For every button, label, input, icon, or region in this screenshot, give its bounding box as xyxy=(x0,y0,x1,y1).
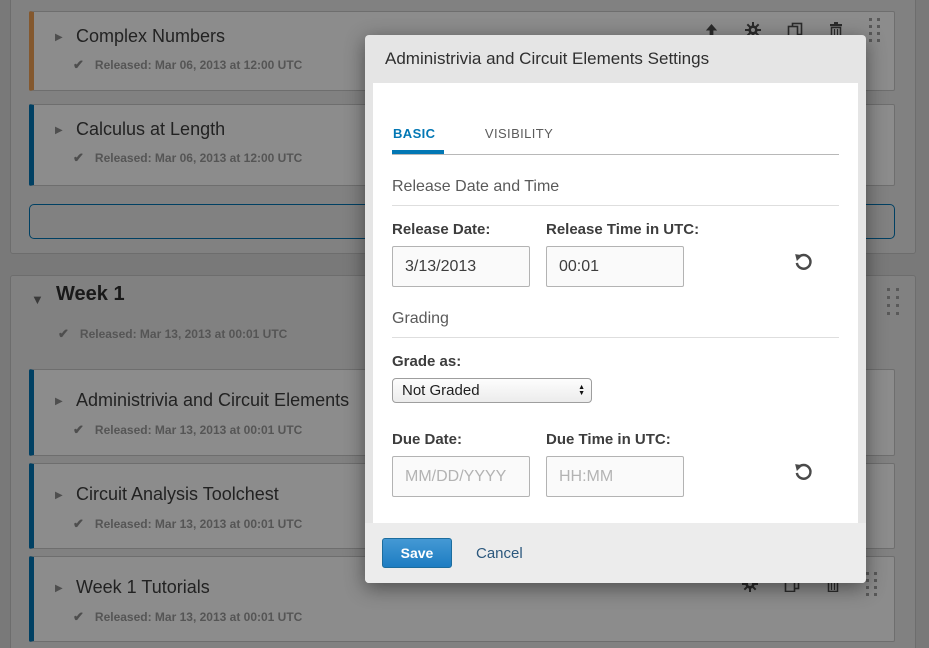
release-section-heading: Release Date and Time xyxy=(392,178,839,196)
release-date-label: Release Date: xyxy=(392,221,530,238)
grading-section-heading: Grading xyxy=(392,310,839,328)
due-time-input[interactable] xyxy=(546,456,684,497)
release-time-label: Release Time in UTC: xyxy=(546,221,746,238)
tab-visibility[interactable]: VISIBILITY xyxy=(485,126,553,153)
tab-basic[interactable]: BASIC xyxy=(392,126,444,154)
release-time-input[interactable] xyxy=(546,246,684,287)
subsection-settings-modal: Administrivia and Circuit Elements Setti… xyxy=(365,35,866,583)
undo-icon xyxy=(794,463,813,482)
grade-as-label: Grade as: xyxy=(392,353,839,370)
due-time-label: Due Time in UTC: xyxy=(546,431,746,448)
select-arrows-icon: ▲▼ xyxy=(578,385,585,396)
modal-footer: Save Cancel xyxy=(365,523,866,583)
course-outline-page: ▶ Complex Numbers ✔Released: Mar 06, 201… xyxy=(0,0,929,648)
grade-field: Grade as: Not Graded ▲▼ xyxy=(392,353,839,403)
divider xyxy=(392,337,839,338)
undo-icon xyxy=(794,253,813,272)
due-date-input[interactable] xyxy=(392,456,530,497)
due-date-label: Due Date: xyxy=(392,431,530,448)
modal-title: Administrivia and Circuit Elements Setti… xyxy=(365,35,866,83)
release-date-input[interactable] xyxy=(392,246,530,287)
modal-body: BASIC VISIBILITY Release Date and Time R… xyxy=(373,83,858,523)
cancel-link[interactable]: Cancel xyxy=(476,545,523,562)
due-fields: Due Date: Due Time in UTC: xyxy=(392,431,839,497)
release-fields: Release Date: Release Time in UTC: xyxy=(392,221,839,287)
grade-as-value: Not Graded xyxy=(402,382,480,399)
divider xyxy=(392,205,839,206)
grade-as-select[interactable]: Not Graded ▲▼ xyxy=(392,378,592,403)
reset-due-date-button[interactable] xyxy=(794,463,813,485)
modal-tabs: BASIC VISIBILITY xyxy=(392,125,839,155)
save-button[interactable]: Save xyxy=(382,538,452,568)
reset-release-date-button[interactable] xyxy=(794,253,813,275)
